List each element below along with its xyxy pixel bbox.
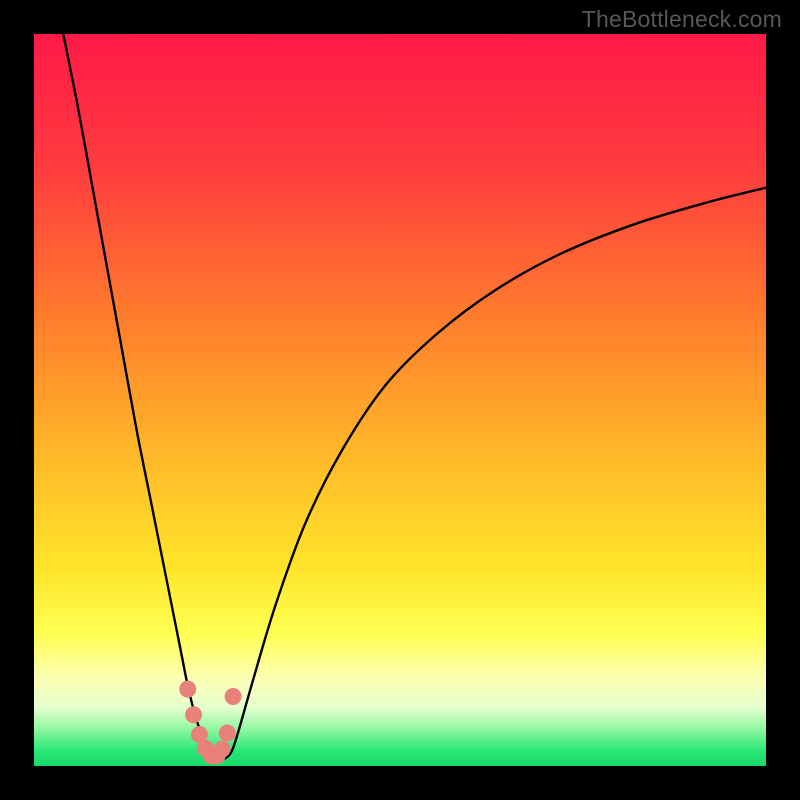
highlight-point: [185, 706, 202, 723]
chart-frame: TheBottleneck.com: [0, 0, 800, 800]
chart-svg: [34, 34, 766, 766]
chart-plot-area: [34, 34, 766, 766]
highlight-point: [225, 688, 242, 705]
bottleneck-curve: [63, 34, 766, 760]
watermark-label: TheBottleneck.com: [582, 6, 782, 33]
highlight-point: [219, 725, 236, 742]
highlight-point: [179, 681, 196, 698]
highlight-point: [214, 741, 231, 758]
